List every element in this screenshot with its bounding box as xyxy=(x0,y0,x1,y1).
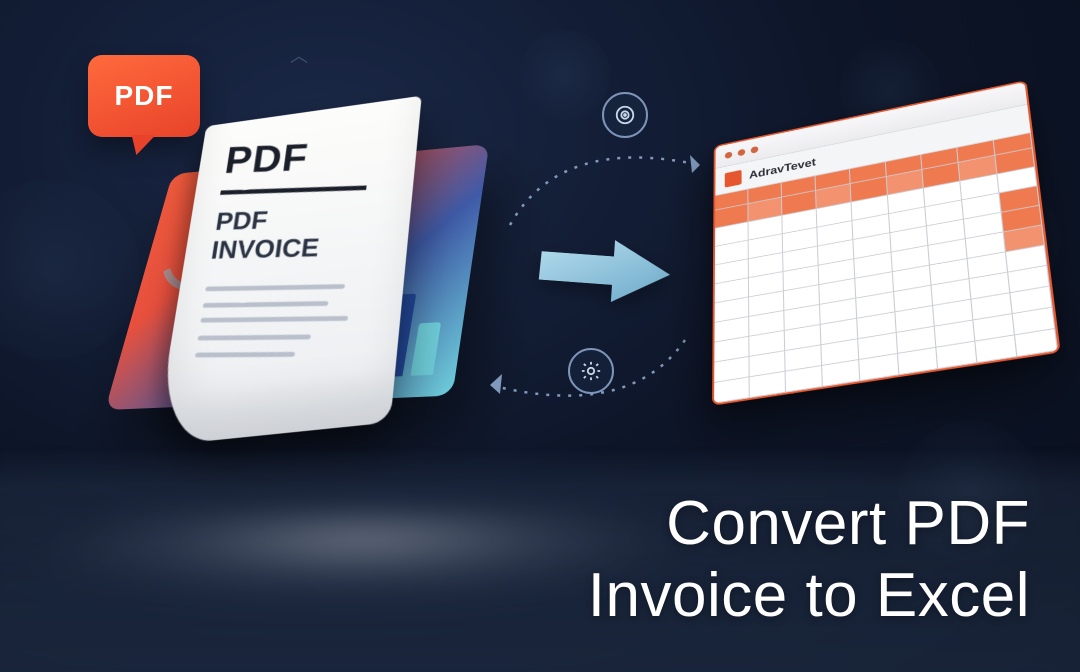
banner-title: Convert PDF Invoice to Excel xyxy=(588,488,1030,631)
pdf-badge: PDF xyxy=(88,55,200,137)
doc-text-line xyxy=(197,335,311,341)
doc-text-line xyxy=(205,284,345,291)
target-icon xyxy=(602,92,648,138)
pdf-document: PDF PDF INVOICE xyxy=(154,96,422,447)
spreadsheet-window: AdravTevet xyxy=(712,80,1061,406)
doc-text-line xyxy=(200,316,348,323)
traffic-light-icon xyxy=(725,151,732,159)
app-icon xyxy=(725,169,742,187)
traffic-light-icon xyxy=(738,148,745,156)
doc-text-line xyxy=(195,352,295,358)
traffic-light-icon xyxy=(751,145,759,153)
doc-heading: PDF xyxy=(222,133,392,183)
doc-rule xyxy=(220,186,366,195)
pdf-badge-label: PDF xyxy=(115,80,174,112)
gear-icon xyxy=(568,348,614,394)
doc-subheading: PDF INVOICE xyxy=(209,203,384,266)
dotted-connector xyxy=(500,125,720,245)
convert-arrow-icon xyxy=(531,228,676,313)
doc-text-line xyxy=(203,301,329,308)
title-banner: Convert PDF Invoice to Excel xyxy=(0,447,1080,672)
